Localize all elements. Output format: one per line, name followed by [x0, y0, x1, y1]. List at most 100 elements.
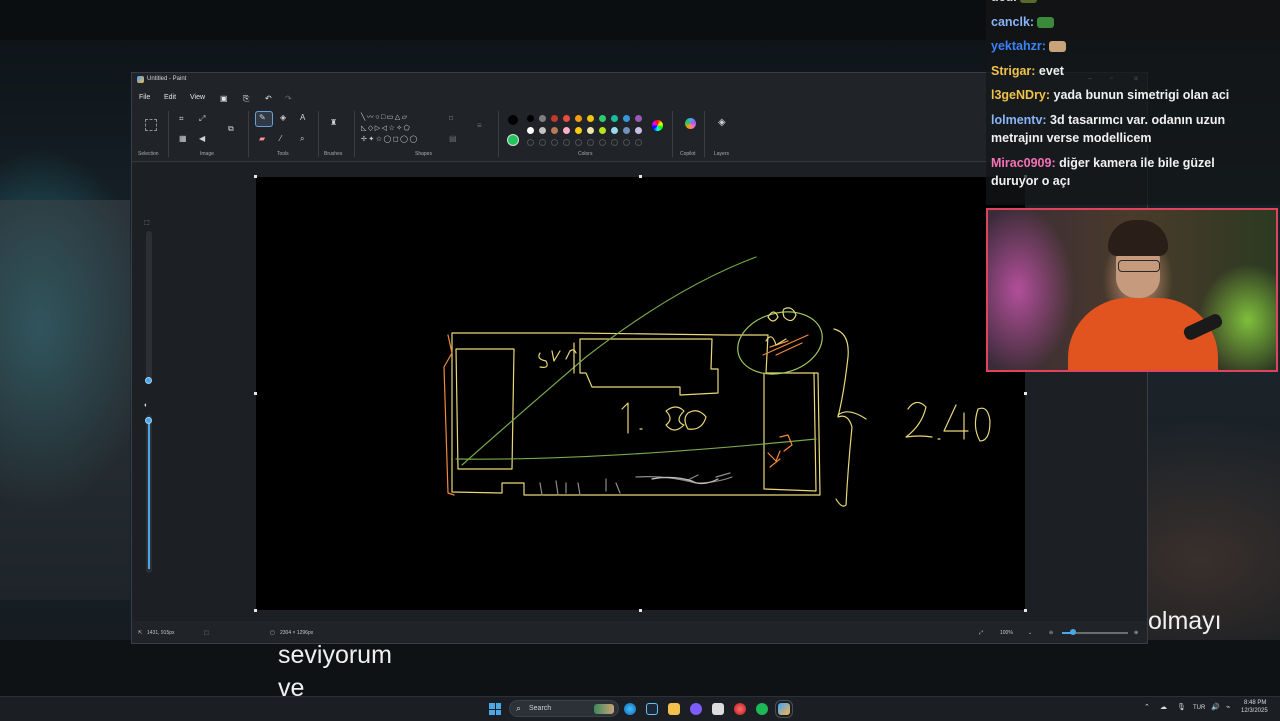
color-swatch[interactable] — [623, 127, 630, 134]
pencil-icon[interactable]: ✎ — [259, 114, 266, 122]
redo-icon[interactable]: ↷ — [285, 94, 292, 103]
edit-colors-icon[interactable] — [652, 120, 663, 131]
start-icon[interactable] — [489, 703, 501, 715]
chevron-up-icon[interactable]: ⌃ — [1144, 703, 1150, 711]
cloud-icon[interactable]: ☁ — [1160, 703, 1167, 711]
custom-color-slot[interactable] — [563, 139, 570, 146]
resize-handle[interactable] — [1024, 609, 1027, 612]
color-swatch[interactable] — [575, 115, 582, 122]
image-select-icon[interactable]: ▦ — [179, 135, 187, 143]
color-swatch[interactable] — [611, 127, 618, 134]
shape-fill-icon[interactable]: ▤ — [449, 135, 457, 143]
text-icon[interactable]: A — [300, 114, 305, 122]
color-swatch[interactable] — [563, 115, 570, 122]
chat-username[interactable]: Mirac0909: — [991, 156, 1056, 170]
custom-color-slot[interactable] — [575, 139, 582, 146]
chat-username[interactable]: l3geNDry: — [991, 88, 1050, 102]
zoom-out-icon[interactable]: ⊖ — [1049, 630, 1053, 636]
taskbar-search[interactable]: ⌕ Search — [509, 700, 619, 717]
eraser-icon[interactable]: ▰ — [259, 135, 265, 143]
custom-color-slot[interactable] — [611, 139, 618, 146]
crop-icon[interactable]: ⌗ — [179, 115, 184, 123]
color-swatch[interactable] — [527, 127, 534, 134]
zoom-in-icon[interactable]: ⊕ — [1134, 630, 1138, 636]
menu-view[interactable]: View — [190, 94, 205, 101]
custom-color-slot[interactable] — [623, 139, 630, 146]
brush-size-slider[interactable] — [146, 231, 152, 383]
save-icon[interactable]: ▣ — [220, 94, 228, 103]
menu-edit[interactable]: Edit — [164, 94, 176, 101]
undo-icon[interactable]: ↶ — [265, 94, 272, 103]
chat-username[interactable]: yektahzr: — [991, 39, 1046, 53]
color-swatch[interactable] — [599, 127, 606, 134]
paint-taskbar-icon[interactable] — [775, 700, 793, 718]
color-swatch[interactable] — [527, 115, 534, 122]
color-swatch[interactable] — [635, 127, 642, 134]
fit-to-window-icon[interactable]: ⤢ — [979, 630, 983, 636]
custom-color-slot[interactable] — [635, 139, 642, 146]
brush-size-knob[interactable] — [145, 377, 152, 384]
resize-handle[interactable] — [254, 609, 257, 612]
color-swatch[interactable] — [623, 115, 630, 122]
chat-username[interactable]: canclk: — [991, 15, 1034, 29]
brush-icon[interactable]: ♜ — [330, 119, 337, 127]
copilot-icon[interactable] — [685, 118, 696, 129]
resize-handle[interactable] — [639, 175, 642, 178]
secondary-color-swatch[interactable] — [507, 134, 519, 146]
chat-username[interactable]: dedi — [991, 0, 1017, 4]
chat-username[interactable]: Strigar: — [991, 64, 1035, 78]
custom-color-slot[interactable] — [539, 139, 546, 146]
magnifier-icon[interactable]: ⌕ — [300, 135, 304, 143]
clock-date[interactable]: 12/3/2025 — [1241, 708, 1268, 714]
spotify-icon[interactable] — [756, 703, 768, 715]
color-swatch[interactable] — [611, 115, 618, 122]
color-swatch[interactable] — [563, 127, 570, 134]
resize-handle[interactable] — [254, 392, 257, 395]
custom-color-slot[interactable] — [527, 139, 534, 146]
color-swatch[interactable] — [587, 115, 594, 122]
discord-icon[interactable] — [690, 703, 702, 715]
menu-file[interactable]: File — [139, 94, 150, 101]
outline-icon[interactable]: ⌑ — [449, 115, 453, 123]
obs-icon[interactable] — [712, 703, 724, 715]
speaker-icon[interactable]: 🔊 — [1211, 703, 1220, 711]
notification-icon[interactable]: ⌁ — [1226, 703, 1230, 711]
custom-color-slot[interactable] — [599, 139, 606, 146]
zoom-slider-knob[interactable] — [1070, 629, 1076, 635]
selection-icon[interactable] — [145, 119, 157, 131]
layers-icon[interactable]: ◈ — [718, 118, 726, 128]
rotate-icon[interactable]: ◀ — [199, 135, 205, 143]
shapes-gallery[interactable]: ╲〰○□▭△▱ ◺◇▷◁☆✧⬠ ✢✦☆◯◻◯◯ — [361, 112, 439, 148]
edge-icon[interactable] — [624, 703, 636, 715]
resize-handle[interactable] — [639, 609, 642, 612]
drawing-canvas[interactable] — [256, 177, 1025, 610]
resize-handle[interactable] — [1024, 392, 1027, 395]
chat-username[interactable]: lolmentv: — [991, 113, 1047, 127]
custom-color-slot[interactable] — [551, 139, 558, 146]
chevron-down-icon[interactable]: ⌄ — [1028, 630, 1032, 636]
zoom-slider[interactable] — [1062, 629, 1128, 635]
background-removal-icon[interactable]: ⧉ — [228, 125, 234, 133]
clock-time[interactable]: 8:48 PM — [1244, 700, 1266, 706]
color-picker-icon[interactable]: ⁄ — [280, 135, 281, 143]
color-swatch[interactable] — [575, 127, 582, 134]
zoom-level[interactable]: 100% — [1000, 630, 1013, 636]
fill-icon[interactable]: ◈ — [280, 114, 286, 122]
file-explorer-icon[interactable] — [668, 703, 680, 715]
steam-icon[interactable] — [646, 703, 658, 715]
color-swatch[interactable] — [635, 115, 642, 122]
color-swatch[interactable] — [599, 115, 606, 122]
color-swatch[interactable] — [539, 115, 546, 122]
opacity-slider[interactable] — [146, 415, 152, 573]
microphone-icon[interactable]: 🎙 — [1177, 703, 1186, 711]
primary-color-swatch[interactable] — [508, 115, 518, 125]
color-swatch[interactable] — [551, 115, 558, 122]
color-swatch[interactable] — [587, 127, 594, 134]
size-icon[interactable]: ≡ — [477, 122, 482, 130]
resize-icon[interactable]: ⤢ — [199, 115, 205, 123]
color-swatch[interactable] — [551, 127, 558, 134]
color-swatch[interactable] — [539, 127, 546, 134]
opacity-knob[interactable] — [145, 417, 152, 424]
language-indicator[interactable]: TUR — [1193, 705, 1205, 711]
app-icon[interactable] — [734, 703, 746, 715]
